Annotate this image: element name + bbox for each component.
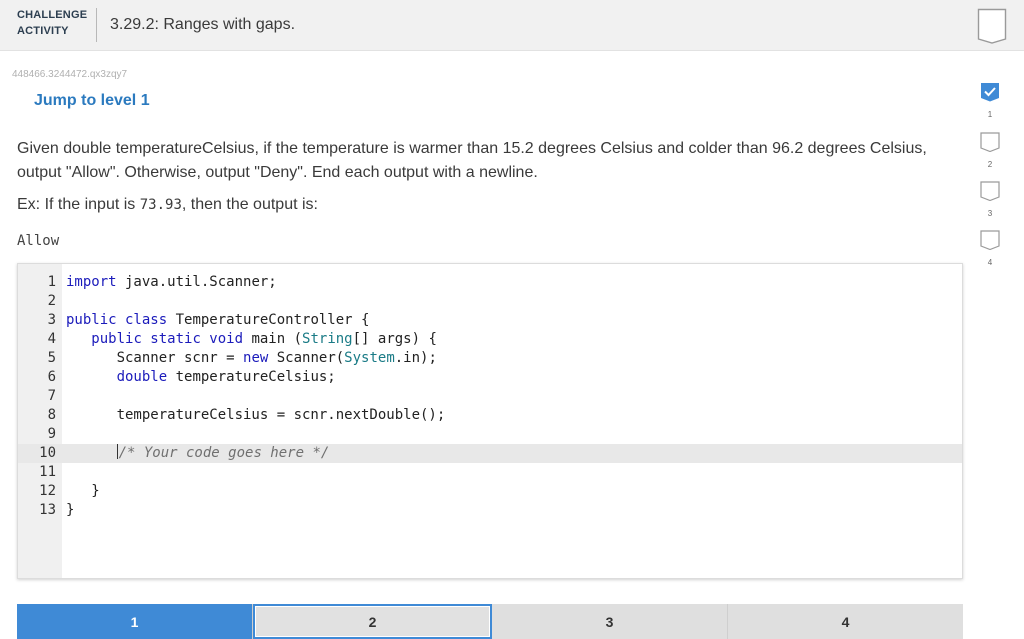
- line-number: 1: [47, 274, 56, 290]
- line-number: 12: [39, 483, 56, 499]
- code-line-10-active[interactable]: 10 /* Your code goes here */: [18, 444, 962, 463]
- line-number: 13: [39, 502, 56, 518]
- level-tab-4[interactable]: 4: [728, 604, 963, 639]
- level-tabs: 1 2 3 4: [17, 604, 963, 639]
- progress-number: 1: [987, 110, 993, 119]
- code-line-5[interactable]: 5 Scanner scnr = new Scanner(System.in);: [18, 349, 962, 368]
- keyword: public class: [66, 312, 168, 328]
- code-text: }: [66, 502, 75, 518]
- problem-description: Given double temperatureCelsius, if the …: [17, 140, 927, 181]
- bookmark-icon[interactable]: [977, 8, 1007, 44]
- line-number: 7: [47, 388, 56, 404]
- keyword: new: [243, 350, 269, 366]
- line-number: 3: [47, 312, 56, 328]
- level-tab-1[interactable]: 1: [17, 604, 253, 639]
- checkmark-icon: [981, 83, 999, 102]
- code-comment: /* Your code goes here */: [118, 445, 330, 461]
- bookmark-icon: [980, 230, 1000, 250]
- bookmark-icon: [980, 132, 1000, 152]
- line-number: 2: [47, 293, 56, 309]
- activity-header: CHALLENGE ACTIVITY 3.29.2: Ranges with g…: [0, 0, 1024, 51]
- progress-number: 3: [987, 209, 993, 218]
- jump-to-level-link[interactable]: Jump to level 1: [34, 92, 150, 110]
- code-text: }: [66, 483, 100, 499]
- code-line-11[interactable]: 11: [18, 463, 962, 482]
- code-line-7[interactable]: 7: [18, 387, 962, 406]
- line-number: 6: [47, 369, 56, 385]
- example-text: Ex: If the input is 73.93, then the outp…: [17, 196, 318, 214]
- example-prefix: Ex: If the input is: [17, 196, 140, 213]
- example-input: 73.93: [139, 197, 182, 213]
- activity-title: 3.29.2: Ranges with gaps.: [110, 16, 296, 33]
- code-text: TemperatureController {: [167, 312, 370, 328]
- example-suffix: , then the output is:: [181, 196, 318, 213]
- keyword: public static void: [91, 331, 244, 347]
- code-line-2[interactable]: 2: [18, 292, 962, 311]
- code-editor[interactable]: 1 import java.util.Scanner; 2 3 public c…: [17, 263, 963, 579]
- code-line-1[interactable]: 1 import java.util.Scanner;: [18, 273, 962, 292]
- type-name: System: [344, 350, 395, 366]
- code-text: .in);: [394, 350, 437, 366]
- keyword: double: [116, 369, 168, 385]
- badge-line-1: CHALLENGE: [17, 9, 88, 21]
- activity-code: 448466.3244472.qx3zqy7: [12, 69, 128, 80]
- code-text: Scanner scnr =: [66, 350, 244, 366]
- code-text: Scanner(: [268, 350, 345, 366]
- progress-number: 2: [987, 160, 993, 169]
- code-line-6[interactable]: 6 double temperatureCelsius;: [18, 368, 962, 387]
- code-line-12[interactable]: 12 }: [18, 482, 962, 501]
- level-tab-3[interactable]: 3: [492, 604, 728, 639]
- line-number: 11: [39, 464, 56, 480]
- line-number: 10: [39, 445, 56, 461]
- code-line-8[interactable]: 8 temperatureCelsius = scnr.nextDouble()…: [18, 406, 962, 425]
- progress-number: 4: [987, 258, 993, 267]
- sample-output: Allow: [17, 233, 60, 249]
- level-tab-2[interactable]: 2: [253, 604, 492, 639]
- badge-line-2: ACTIVITY: [17, 25, 69, 37]
- code-line-13[interactable]: 13 }: [18, 501, 962, 520]
- header-divider: [96, 8, 97, 42]
- code-text: java.util.Scanner;: [116, 274, 277, 290]
- code-text: [] args) {: [352, 331, 437, 347]
- keyword: import: [66, 274, 117, 290]
- code-line-4[interactable]: 4 public static void main (String[] args…: [18, 330, 962, 349]
- line-number: 4: [47, 331, 56, 347]
- line-number: 5: [47, 350, 56, 366]
- line-number: 8: [47, 407, 56, 423]
- code-text: temperatureCelsius;: [167, 369, 336, 385]
- challenge-activity-badge: CHALLENGE ACTIVITY: [17, 7, 93, 39]
- code-text: temperatureCelsius = scnr.nextDouble();: [66, 407, 446, 423]
- type-name: String: [302, 331, 353, 347]
- text-cursor: [116, 444, 118, 459]
- line-number: 9: [47, 426, 56, 442]
- bookmark-icon: [980, 181, 1000, 201]
- code-text: main (: [243, 331, 303, 347]
- code-line-3[interactable]: 3 public class TemperatureController {: [18, 311, 962, 330]
- code-line-9[interactable]: 9: [18, 425, 962, 444]
